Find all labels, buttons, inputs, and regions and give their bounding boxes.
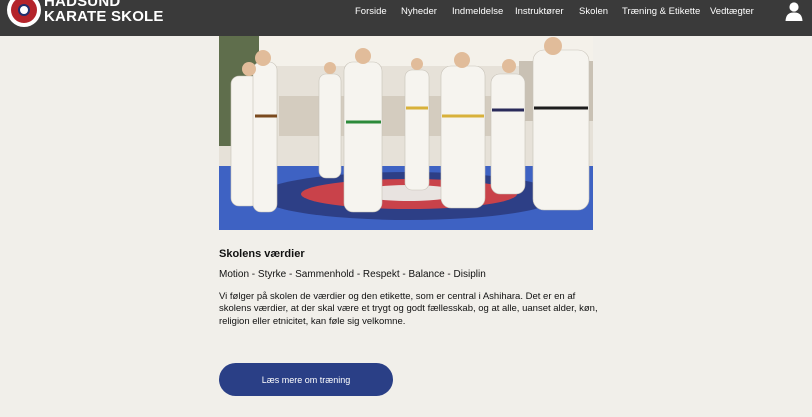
values-list: Motion - Styrke - Sammenhold - Respekt -… (219, 269, 486, 280)
nav-item-traening-etikette[interactable]: Træning & Etikette (622, 6, 700, 17)
nav-item-nyheder[interactable]: Nyheder (401, 6, 437, 17)
read-more-training-button[interactable]: Læs mere om træning (219, 363, 393, 396)
values-heading: Skolens værdier (219, 248, 305, 260)
nav-item-instruktorer[interactable]: Instruktører (515, 6, 564, 17)
karate-class-photo (219, 36, 593, 230)
photo-illustration (219, 36, 593, 230)
logo-ring (11, 0, 37, 23)
brand-name[interactable]: HADSUND KARATE SKOLE (44, 0, 164, 24)
brand-line-2: KARATE SKOLE (44, 8, 164, 25)
school-logo[interactable] (7, 0, 41, 27)
nav-item-forside[interactable]: Forside (355, 6, 387, 17)
nav-item-vedtaegter[interactable]: Vedtægter (710, 6, 754, 17)
user-icon[interactable] (784, 1, 804, 21)
nav-item-skolen[interactable]: Skolen (579, 6, 608, 17)
logo-emblem (18, 4, 30, 16)
top-navigation-bar: HADSUND KARATE SKOLE Forside Nyheder Ind… (0, 0, 812, 36)
nav-item-indmeldelse[interactable]: Indmeldelse (452, 6, 503, 17)
values-paragraph: Vi følger på skolen de værdier og den et… (219, 291, 598, 327)
